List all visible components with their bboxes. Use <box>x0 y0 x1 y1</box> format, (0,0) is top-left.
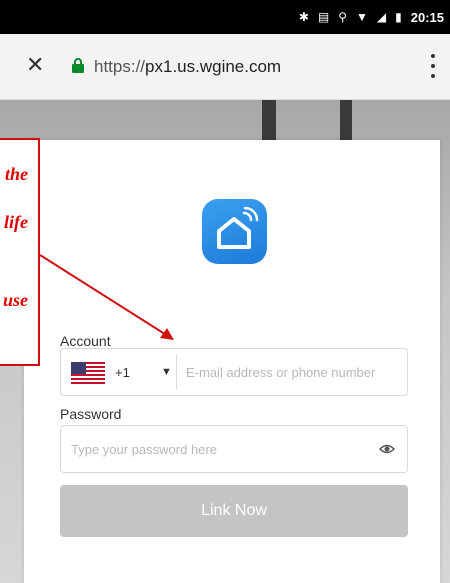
smart-home-icon <box>202 199 267 264</box>
eye-icon[interactable] <box>378 442 396 461</box>
key-icon: ⚲ <box>338 10 348 24</box>
us-flag-icon[interactable] <box>71 362 105 384</box>
annotation-line: the <box>4 164 28 184</box>
link-now-button[interactable]: Link Now <box>60 485 408 537</box>
password-input[interactable]: Type your password here <box>71 442 217 457</box>
background-decoration <box>262 100 276 142</box>
country-code[interactable]: +1 <box>115 365 130 380</box>
wifi-icon: ▼ <box>356 10 368 24</box>
password-field: Type your password here <box>60 425 408 473</box>
field-divider <box>176 355 177 389</box>
account-input[interactable]: E-mail address or phone number <box>186 365 375 380</box>
close-icon[interactable]: ✕ <box>26 54 44 76</box>
chevron-down-icon[interactable]: ▼ <box>161 366 172 378</box>
url-text[interactable]: https://px1.us.wgine.com <box>94 57 281 77</box>
lock-icon <box>72 58 84 78</box>
url-host: px1.us.wgine.com <box>145 57 282 76</box>
vibrate-icon: ▤ <box>317 10 330 24</box>
background-decoration <box>340 100 352 142</box>
more-vert-icon[interactable] <box>430 54 436 78</box>
account-label: Account <box>60 333 111 349</box>
annotation-callout: the life use <box>0 138 40 366</box>
account-field: +1 ▼ E-mail address or phone number <box>60 348 408 396</box>
status-bar: ✱ ▤ ⚲ ▼ ◢ ▮ 20:15 <box>0 0 450 34</box>
no-signal-icon: ◢ <box>376 10 387 24</box>
password-label: Password <box>60 406 122 422</box>
url-scheme: https:// <box>94 57 146 76</box>
annotation-line: life <box>4 212 28 232</box>
battery-icon: ▮ <box>395 10 402 24</box>
bluetooth-icon: ✱ <box>298 10 309 24</box>
status-time: 20:15 <box>410 9 444 25</box>
annotation-line: use <box>2 290 28 310</box>
address-bar: ✕ https://px1.us.wgine.com <box>0 34 450 100</box>
